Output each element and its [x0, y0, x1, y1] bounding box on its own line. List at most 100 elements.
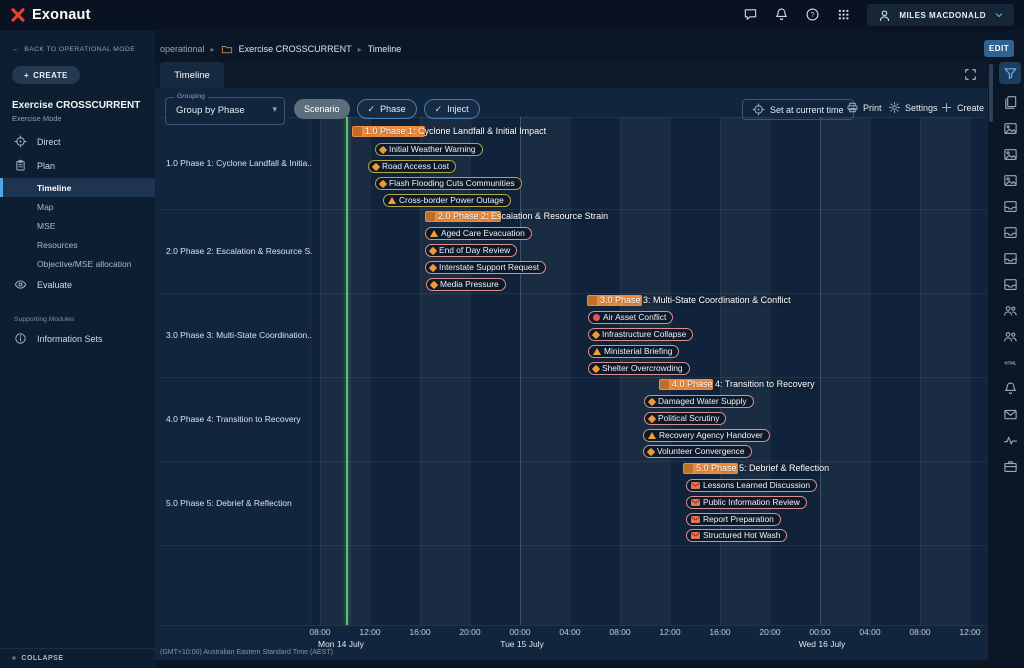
filter-chip-inject[interactable]: ✓Inject [424, 99, 480, 119]
filter-chip-scenario[interactable]: Scenario [294, 99, 350, 119]
apps-grid-icon[interactable] [836, 7, 852, 23]
sidebar-item-mse[interactable]: MSE [0, 216, 155, 235]
print-button[interactable]: Print [846, 101, 882, 114]
brand[interactable]: Exonaut [10, 7, 91, 23]
card-image-icon-2[interactable] [1002, 146, 1018, 162]
inject-report-preparation[interactable]: Report Preparation [686, 513, 781, 526]
diamond-icon [648, 397, 656, 405]
inject-label: Ministerial Briefing [604, 345, 672, 358]
tray-icon-4[interactable] [1002, 276, 1018, 292]
phase-bar-icon [684, 464, 693, 473]
sidebar-item-objective-mse-allocation[interactable]: Objective/MSE allocation [0, 254, 155, 273]
vertical-scrollbar[interactable] [989, 64, 993, 122]
filter-chip-phase[interactable]: ✓Phase [357, 99, 417, 119]
tray-icon-3[interactable] [1002, 250, 1018, 266]
phase-bar-label: 2.0 Phase 2: Escalation & Resource Strai… [438, 211, 608, 222]
fullscreen-icon[interactable] [964, 68, 977, 81]
phase-bar-1[interactable]: 1.0 Phase 1: Cyclone Landfall & Initial … [352, 126, 425, 137]
exercise-folder-icon [221, 43, 233, 55]
axis-tick-label: 00:00 [509, 627, 530, 637]
breadcrumb-root[interactable]: operational [160, 44, 205, 54]
back-to-operational-mode[interactable]: ← BACK TO OPERATIONAL MODE [12, 46, 135, 53]
html-icon[interactable]: HTML [1002, 354, 1018, 370]
phase-bar-icon [588, 296, 597, 305]
breadcrumb-exercise[interactable]: Exercise CROSSCURRENT [239, 44, 352, 54]
diamond-icon [379, 145, 387, 153]
inject-structured-hot-wash[interactable]: Structured Hot Wash [686, 529, 787, 542]
tab-bar: Timeline [155, 62, 988, 88]
bell-icon[interactable] [1002, 380, 1018, 396]
inject-road-access-lost[interactable]: Road Access Lost [368, 160, 456, 173]
sidebar-item-information-sets[interactable]: Information Sets [0, 327, 155, 351]
inject-end-of-day-review[interactable]: End of Day Review [425, 244, 517, 257]
sidebar-nav: DirectPlanTimelineMapMSEResourcesObjecti… [0, 130, 155, 351]
phase-bar-3[interactable]: 3.0 Phase 3: Multi-State Coordination & … [587, 295, 642, 306]
axis-tick-label: 08:00 [909, 627, 930, 637]
inject-damaged-water-supply[interactable]: Damaged Water Supply [644, 395, 754, 408]
sidebar-item-map[interactable]: Map [0, 197, 155, 216]
card-image-icon-3[interactable] [1002, 172, 1018, 188]
inject-political-scrutiny[interactable]: Political Scrutiny [644, 412, 726, 425]
eye-icon [14, 278, 28, 292]
inject-label: Aged Care Evacuation [441, 227, 525, 240]
set-at-current-time-button[interactable]: Set at current time [742, 99, 854, 120]
mail-icon[interactable] [1002, 406, 1018, 422]
sidebar-item-timeline[interactable]: Timeline [0, 178, 155, 197]
phase-bar-2[interactable]: 2.0 Phase 2: Escalation & Resource Strai… [425, 211, 501, 222]
envelope-icon [691, 532, 700, 539]
row-separator [160, 461, 985, 462]
axis-tick-label: 16:00 [709, 627, 730, 637]
inject-shelter-overcrowding[interactable]: Shelter Overcrowding [588, 362, 690, 375]
axis-tick-label: 12:00 [359, 627, 380, 637]
activity-icon[interactable] [1002, 432, 1018, 448]
tray-icon-2[interactable] [1002, 224, 1018, 240]
phase-bar-5[interactable]: 5.0 Phase 5: Debrief & Reflection [683, 463, 738, 474]
settings-button[interactable]: Settings [888, 101, 938, 114]
grouping-select[interactable]: Grouping Group by Phase ▾ [165, 97, 285, 125]
check-icon: ✓ [368, 104, 376, 115]
inject-interstate-support-request[interactable]: Interstate Support Request [425, 261, 546, 274]
diamond-icon [429, 246, 437, 254]
filter-chips: Scenario ✓Phase ✓Inject [294, 99, 480, 119]
chat-icon[interactable] [743, 7, 759, 23]
diamond-icon [372, 162, 380, 170]
tab-timeline[interactable]: Timeline [160, 62, 224, 88]
clipboard-icon [14, 159, 28, 173]
inject-recovery-agency-handover[interactable]: Recovery Agency Handover [643, 429, 770, 442]
inject-air-asset-conflict[interactable]: Air Asset Conflict [588, 311, 673, 324]
users-icon-2[interactable] [1002, 328, 1018, 344]
inject-infrastructure-collapse[interactable]: Infrastructure Collapse [588, 328, 693, 341]
users-icon[interactable] [1002, 302, 1018, 318]
sidebar-item-plan[interactable]: Plan [0, 154, 155, 178]
inject-flash-flooding-cuts-communities[interactable]: Flash Flooding Cuts Communities [375, 177, 522, 190]
warning-triangle-icon [388, 197, 396, 204]
inject-ministerial-briefing[interactable]: Ministerial Briefing [588, 345, 679, 358]
filter-icon[interactable] [999, 62, 1021, 84]
collapse-button[interactable]: « COLLAPSE [0, 648, 155, 668]
row-separator [160, 545, 985, 546]
inject-initial-weather-warning[interactable]: Initial Weather Warning [375, 143, 483, 156]
pages-icon[interactable] [1002, 94, 1018, 110]
edit-button[interactable]: EDIT [984, 40, 1014, 57]
axis-tick-label: 12:00 [659, 627, 680, 637]
inject-aged-care-evacuation[interactable]: Aged Care Evacuation [425, 227, 532, 240]
sidebar-item-direct[interactable]: Direct [0, 130, 155, 154]
label-column-separator [310, 117, 311, 625]
card-image-icon[interactable] [1002, 120, 1018, 136]
inject-cross-border-power-outage[interactable]: Cross-border Power Outage [383, 194, 511, 207]
help-icon[interactable]: ? [805, 7, 821, 23]
grouping-value: Group by Phase [176, 105, 245, 116]
tray-icon[interactable] [1002, 198, 1018, 214]
inject-volunteer-convergence[interactable]: Volunteer Convergence [643, 445, 752, 458]
create-inject-button[interactable]: Create [940, 101, 984, 114]
bell-icon[interactable] [774, 7, 790, 23]
inject-lessons-learned-discussion[interactable]: Lessons Learned Discussion [686, 479, 817, 492]
sidebar-item-resources[interactable]: Resources [0, 235, 155, 254]
sidebar-create-button[interactable]: + CREATE [12, 66, 80, 84]
sidebar-item-evaluate[interactable]: Evaluate [0, 273, 155, 297]
phase-bar-4[interactable]: 4.0 Phase 4: Transition to Recovery [659, 379, 713, 390]
inject-media-pressure[interactable]: Media Pressure [426, 278, 506, 291]
inject-public-information-review[interactable]: Public Information Review [686, 496, 807, 509]
account-menu[interactable]: MILES MACDONALD [867, 4, 1014, 26]
briefcase-icon[interactable] [1002, 458, 1018, 474]
